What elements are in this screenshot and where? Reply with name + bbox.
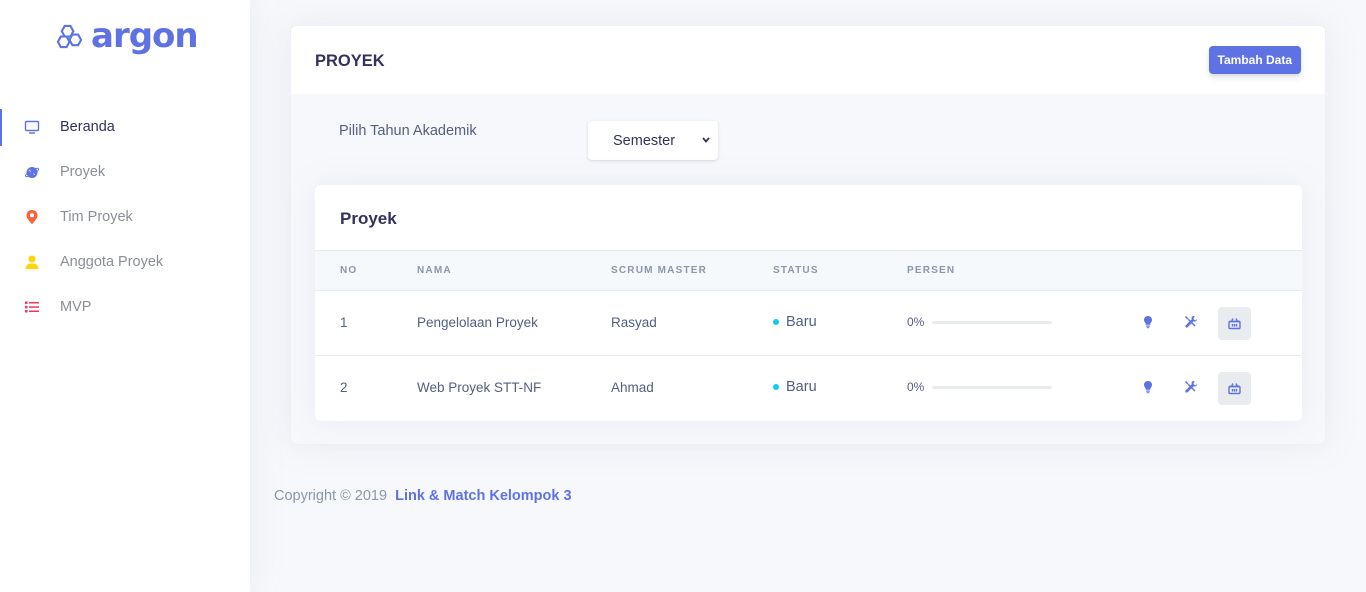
header-nama: NAMA bbox=[417, 265, 452, 276]
footer-link[interactable]: Link & Match Kelompok 3 bbox=[395, 488, 571, 504]
tools-icon[interactable] bbox=[1183, 314, 1199, 330]
main-card: PROYEK Tambah Data Pilih Tahun Akademik … bbox=[290, 25, 1326, 445]
hexagon-logo-icon bbox=[56, 24, 83, 48]
sidebar-item-label: Anggota Proyek bbox=[60, 253, 164, 270]
add-data-button[interactable]: Tambah Data bbox=[1208, 46, 1301, 74]
cell-no: 1 bbox=[340, 315, 348, 330]
cell-nama: Web Proyek STT-NF bbox=[417, 380, 542, 395]
header-scrum-master: SCRUM MASTER bbox=[611, 265, 708, 276]
delete-button[interactable] bbox=[1218, 372, 1251, 405]
tools-icon[interactable] bbox=[1183, 379, 1199, 395]
sidebar-item-mvp[interactable]: MVP bbox=[0, 284, 250, 329]
status-dot bbox=[773, 319, 779, 325]
sidebar-item-anggota-proyek[interactable]: Anggota Proyek bbox=[0, 239, 250, 284]
status-dot bbox=[773, 384, 779, 390]
sidebar-item-label: Tim Proyek bbox=[60, 208, 133, 225]
header-persen: PERSEN bbox=[907, 265, 956, 276]
sidebar-item-beranda[interactable]: Beranda bbox=[0, 105, 250, 150]
progress-bar bbox=[932, 320, 1053, 324]
sidebar-item-label: Proyek bbox=[60, 164, 106, 181]
basket-icon bbox=[1228, 318, 1241, 330]
sidebar-item-tim-proyek[interactable]: Tim Proyek bbox=[0, 195, 250, 240]
delete-button[interactable] bbox=[1218, 307, 1251, 340]
project-table-card: Proyek NO NAMA SCRUM MASTER STATUS PERSE… bbox=[315, 185, 1302, 421]
progress-cell: 0% bbox=[907, 315, 1053, 329]
header-status: STATUS bbox=[773, 265, 819, 276]
planet-icon bbox=[24, 164, 40, 180]
sidebar-item-label: MVP bbox=[60, 298, 92, 315]
basket-icon bbox=[1228, 383, 1241, 395]
footer: Copyright © 2019 Link & Match Kelompok 3 bbox=[274, 488, 572, 504]
academic-year-label: Pilih Tahun Akademik bbox=[339, 123, 477, 139]
user-icon bbox=[24, 254, 40, 270]
progress-cell: 0% bbox=[907, 380, 1053, 394]
table-row: 1 Pengelolaan Proyek Rasyad Baru 0% bbox=[315, 291, 1302, 356]
cell-nama: Pengelolaan Proyek bbox=[417, 315, 538, 330]
status-badge: Baru bbox=[773, 314, 817, 330]
progress-bar bbox=[932, 385, 1053, 389]
semester-select[interactable]: Semester bbox=[588, 121, 718, 160]
card-header: PROYEK Tambah Data bbox=[291, 26, 1325, 94]
list-icon bbox=[24, 299, 40, 315]
sidebar-nav: Beranda Proyek Tim Proyek Anggota Proyek… bbox=[0, 105, 250, 329]
table-row: 2 Web Proyek STT-NF Ahmad Baru 0% bbox=[315, 356, 1302, 421]
pin-icon bbox=[24, 209, 40, 225]
sidebar: argon Beranda Proyek Tim Proyek Anggota … bbox=[0, 0, 250, 592]
page-title: PROYEK bbox=[315, 52, 385, 70]
table-header: NO NAMA SCRUM MASTER STATUS PERSEN bbox=[315, 250, 1302, 291]
copyright-text: Copyright © 2019 bbox=[274, 488, 388, 504]
cell-no: 2 bbox=[340, 380, 348, 395]
table-title: Proyek bbox=[340, 209, 397, 228]
cell-scrum-master: Ahmad bbox=[611, 380, 654, 395]
header-no: NO bbox=[340, 265, 358, 276]
status-badge: Baru bbox=[773, 379, 817, 395]
chevron-down-icon bbox=[702, 137, 710, 143]
sidebar-item-label: Beranda bbox=[60, 119, 115, 136]
progress-percent: 0% bbox=[907, 380, 925, 394]
brand-logo[interactable]: argon bbox=[56, 16, 199, 56]
status-label: Baru bbox=[786, 379, 817, 395]
status-label: Baru bbox=[786, 314, 817, 330]
progress-percent: 0% bbox=[907, 315, 925, 329]
monitor-icon bbox=[24, 119, 40, 135]
brand-name: argon bbox=[91, 16, 199, 56]
sidebar-item-proyek[interactable]: Proyek bbox=[0, 150, 250, 195]
bulb-icon[interactable] bbox=[1140, 379, 1156, 395]
bulb-icon[interactable] bbox=[1140, 314, 1156, 330]
select-value: Semester bbox=[613, 132, 676, 149]
cell-scrum-master: Rasyad bbox=[611, 315, 657, 330]
